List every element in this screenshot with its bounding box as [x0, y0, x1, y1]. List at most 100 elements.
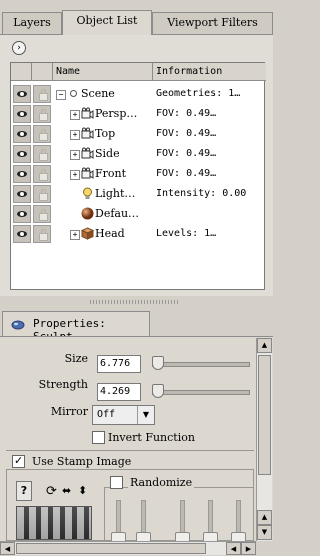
- row-information: Levels: 1…: [156, 228, 217, 239]
- row-name: Front: [95, 167, 127, 180]
- tree-row[interactable]: + Side FOV: 0.49…: [11, 144, 264, 164]
- horizontal-scrollbar[interactable]: ◀ ◀ ▶: [0, 541, 256, 555]
- lock-icon[interactable]: [33, 85, 51, 103]
- expand-icon[interactable]: +: [70, 130, 80, 140]
- rotate-icon[interactable]: ⟳: [46, 484, 57, 499]
- scroll-left-icon[interactable]: ◀: [0, 542, 15, 555]
- help-button[interactable]: ?: [16, 481, 32, 501]
- strength-label: Strength: [38, 378, 88, 391]
- eye-icon[interactable]: [13, 105, 31, 123]
- row-name: Persp…: [95, 107, 138, 120]
- chevron-down-icon: ▼: [137, 406, 154, 424]
- eye-icon[interactable]: [13, 185, 31, 203]
- row-name: Top: [95, 127, 116, 140]
- tab-layers[interactable]: Layers: [2, 12, 62, 34]
- randomize-checkbox[interactable]: [110, 476, 123, 489]
- stamp-image-preview[interactable]: [16, 506, 92, 540]
- row-name: Head: [95, 227, 125, 240]
- expand-icon[interactable]: +: [70, 110, 80, 120]
- vertical-scroll-thumb[interactable]: [258, 355, 271, 475]
- information-column-header[interactable]: Information: [153, 63, 266, 81]
- material-sphere-icon: [81, 207, 94, 220]
- lock-icon[interactable]: [33, 145, 51, 163]
- invert-function-checkbox[interactable]: [92, 431, 105, 444]
- tree-row[interactable]: + Persp… FOV: 0.49…: [11, 104, 264, 124]
- divider: [6, 450, 254, 451]
- randomize-label: Randomize: [128, 476, 195, 489]
- camera-icon: [81, 127, 94, 140]
- strength-slider-track[interactable]: [152, 390, 250, 395]
- camera-icon: [81, 167, 94, 180]
- lock-icon[interactable]: [33, 185, 51, 203]
- size-slider-thumb[interactable]: [152, 356, 164, 370]
- tree-row[interactable]: − Scene Geometries: 1…: [11, 84, 264, 104]
- tab-object-list[interactable]: Object List: [62, 10, 152, 35]
- flip-horizontal-icon[interactable]: ⬌: [62, 484, 71, 497]
- collapse-icon[interactable]: −: [56, 90, 66, 100]
- mesh-cube-icon: [80, 227, 95, 240]
- size-input[interactable]: 6.776: [97, 355, 141, 373]
- expand-icon[interactable]: +: [70, 230, 80, 240]
- size-slider-track[interactable]: [152, 362, 250, 367]
- strength-input[interactable]: 4.269: [97, 383, 141, 401]
- row-information: Geometries: 1…: [156, 88, 241, 99]
- tab-viewport-filters[interactable]: Viewport Filters: [152, 12, 273, 34]
- scroll-left-small-icon[interactable]: ◀: [226, 542, 241, 555]
- chevron-right-icon[interactable]: ›: [12, 41, 26, 55]
- scroll-up-small-icon[interactable]: ▲: [257, 510, 272, 525]
- mirror-dropdown[interactable]: Off ▼: [92, 405, 155, 425]
- row-information: FOV: 0.49…: [156, 128, 217, 139]
- sculpt-brush-icon: [11, 320, 25, 330]
- row-information: FOV: 0.49…: [156, 148, 217, 159]
- row-name: Side: [95, 147, 120, 160]
- row-information: FOV: 0.49…: [156, 168, 217, 179]
- lock-icon[interactable]: [33, 205, 51, 223]
- camera-icon: [81, 107, 94, 120]
- row-name: Defau…: [95, 207, 140, 220]
- lock-icon[interactable]: [33, 225, 51, 243]
- tree-row[interactable]: + Front FOV: 0.49…: [11, 164, 264, 184]
- vertical-scrollbar[interactable]: ▲ ▲ ▼: [256, 338, 272, 542]
- mirror-value: Off: [97, 409, 116, 420]
- scroll-right-icon[interactable]: ▶: [241, 542, 256, 555]
- use-stamp-image-checkbox[interactable]: [12, 454, 25, 468]
- invert-function-label: Invert Function: [108, 431, 195, 444]
- mirror-label: Mirror: [50, 405, 88, 418]
- eye-icon[interactable]: [13, 205, 31, 223]
- object-tree: Name Information − Scene Geometries: 1… + Pe…: [10, 62, 266, 290]
- splitter-handle[interactable]: [90, 300, 180, 304]
- expand-icon[interactable]: +: [70, 170, 80, 180]
- scene-icon: [67, 87, 80, 100]
- row-information: FOV: 0.49…: [156, 108, 217, 119]
- lock-icon[interactable]: [33, 125, 51, 143]
- scroll-up-icon[interactable]: ▲: [257, 338, 272, 353]
- properties-tab[interactable]: Properties: Sculpt: [2, 311, 150, 343]
- tree-row[interactable]: + Top FOV: 0.49…: [11, 124, 264, 144]
- scroll-corner: [256, 541, 273, 555]
- eye-icon[interactable]: [13, 145, 31, 163]
- visibility-column-header: [11, 63, 32, 81]
- lock-column-header: [32, 63, 53, 81]
- flip-vertical-icon[interactable]: ⬍: [78, 484, 87, 497]
- eye-icon[interactable]: [13, 85, 31, 103]
- eye-icon[interactable]: [13, 125, 31, 143]
- eye-icon[interactable]: [13, 225, 31, 243]
- eye-icon[interactable]: [13, 165, 31, 183]
- lock-icon[interactable]: [33, 105, 51, 123]
- use-stamp-image-label: Use Stamp Image: [32, 455, 132, 468]
- scroll-down-icon[interactable]: ▼: [257, 525, 272, 540]
- row-information: Intensity: 0.00: [156, 188, 247, 199]
- tree-row[interactable]: Defau…: [11, 204, 264, 224]
- size-label: Size: [64, 352, 88, 365]
- light-bulb-icon: [81, 187, 94, 200]
- camera-icon: [81, 147, 94, 160]
- name-column-header[interactable]: Name: [53, 63, 153, 81]
- tree-row[interactable]: + Head Levels: 1…: [11, 224, 264, 244]
- lock-icon[interactable]: [33, 165, 51, 183]
- expand-icon[interactable]: +: [70, 150, 80, 160]
- row-name: Scene: [81, 87, 115, 100]
- horizontal-scroll-thumb[interactable]: [16, 543, 206, 554]
- row-name: Light…: [95, 187, 136, 200]
- tree-row[interactable]: Light… Intensity: 0.00: [11, 184, 264, 204]
- strength-slider-thumb[interactable]: [152, 384, 164, 398]
